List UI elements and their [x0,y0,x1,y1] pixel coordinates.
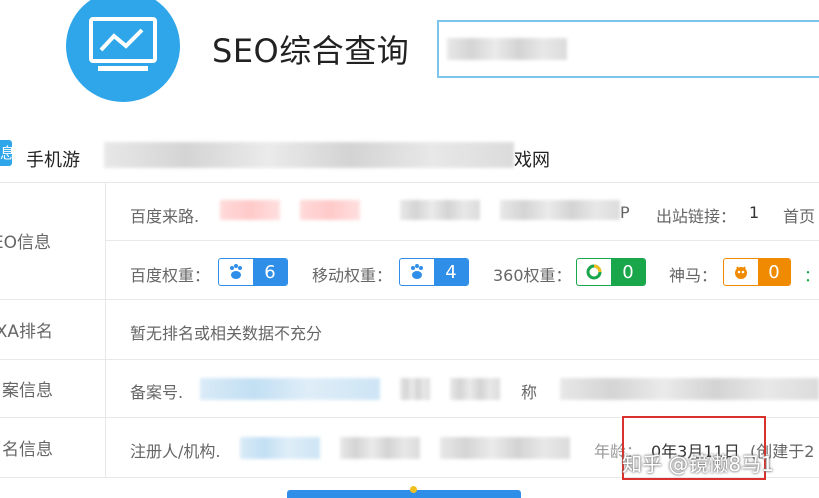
shenma-label: 神马： [669,266,718,285]
baidu-source-label: 百度来路. [130,207,200,226]
baidu-weight-badge[interactable]: 6 [218,258,288,286]
icp-label: 案信息 [0,360,106,417]
registrant-label: 注册人/机构. [130,442,221,461]
outbound-links-value[interactable]: 1 [749,203,759,222]
indicator-dot [410,486,417,493]
baidu-source-tail: P [620,203,630,222]
shenma-value: 0 [758,259,790,285]
page-title: SEO综合查询 [212,32,410,70]
site-logo [66,0,180,102]
mobile-weight-label: 移动权重： [312,266,393,285]
redacted-site-name [104,142,514,168]
mobile-weight-badge[interactable]: 4 [399,258,469,286]
outbound-links-label: 出站链接： [656,207,737,226]
seo-info-label: EO信息 [0,182,106,299]
site-title-end: 戏网 [514,150,550,171]
monitor-chart-icon [89,17,157,71]
alexa-row: EXA排名 [0,300,819,360]
search-input[interactable] [437,20,819,78]
icp-name-label: 称 [521,383,538,402]
paw-icon [219,259,253,285]
alexa-label: EXA排名 [0,300,106,359]
alexa-text: 暂无排名或相关数据不充分 [130,324,323,343]
mobile-weight-value: 4 [434,259,468,285]
whois-label: 名信息 [0,418,106,477]
homepage-label: 首页 [783,207,816,226]
baidu-weight-label: 百度权重： [130,266,211,285]
bottom-button[interactable] [287,490,521,498]
watermark: 知乎 @镜懒8马1 [622,452,774,476]
weight-360-label: 360权重： [493,266,572,285]
weight-360-value: 0 [611,259,645,285]
shenma-badge[interactable]: 0 [723,258,791,286]
paw-icon [400,259,434,285]
info-tag: 息 [0,140,12,166]
seo-query-page: { "header": {"title": "SEO综合查询"}, "site"… [0,0,819,498]
baidu-weight-value: 6 [253,259,287,285]
horse-icon [724,259,758,285]
weight-360-badge[interactable]: 0 [576,258,646,286]
icp-number-label: 备案号. [130,383,184,402]
ring-icon [577,259,611,285]
site-title-start: 手机游 [26,150,80,171]
